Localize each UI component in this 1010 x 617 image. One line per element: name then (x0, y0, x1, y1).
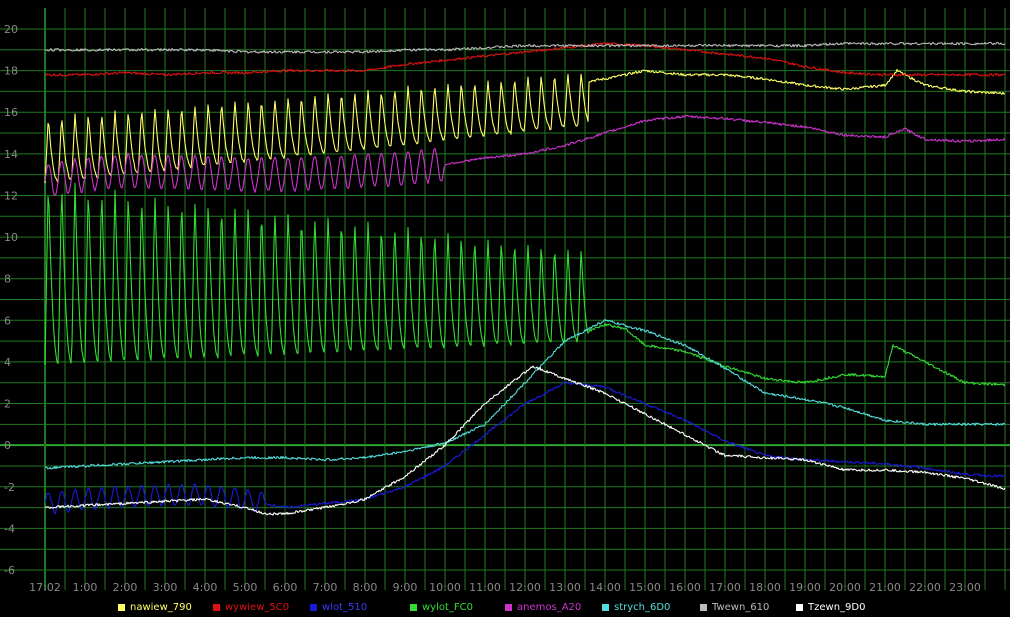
legend-item: nawiew_790 (118, 599, 192, 615)
y-tick-label: 2 (4, 398, 11, 411)
x-tick-label: 21:00 (869, 581, 901, 594)
y-tick-label: 4 (4, 356, 11, 369)
legend-item: Twewn_610 (700, 599, 769, 615)
legend-label: wywiew_5C0 (225, 601, 290, 613)
legend-item: wywiew_5C0 (213, 599, 289, 615)
x-tick-label: 23:00 (949, 581, 981, 594)
y-tick-label: -2 (4, 481, 15, 494)
x-tick-label: 16:00 (669, 581, 701, 594)
x-tick-label: 17:02 (29, 581, 61, 594)
x-tick-label: 2:00 (113, 581, 138, 594)
legend-label: wylot_FC0 (422, 601, 474, 613)
x-tick-label: 9:00 (393, 581, 418, 594)
x-tick-label: 5:00 (233, 581, 258, 594)
x-tick-label: 11:00 (469, 581, 501, 594)
legend-item: wylot_FC0 (410, 599, 473, 615)
legend-swatch (505, 603, 512, 611)
legend-label: strych_6D0 (614, 601, 671, 613)
y-tick-label: 16 (4, 106, 18, 119)
x-tick-label: 4:00 (193, 581, 218, 594)
x-tick-label: 10:00 (429, 581, 461, 594)
x-tick-label: 6:00 (273, 581, 298, 594)
chart-legend: nawiew_790 wywiew_5C0 wlot_510 wylot_FC0 ane… (0, 599, 1010, 615)
legend-label: nawiew_790 (130, 601, 192, 613)
x-tick-label: 1:00 (73, 581, 98, 594)
x-tick-label: 12:00 (509, 581, 541, 594)
legend-item: anemos_A20 (505, 599, 581, 615)
legend-swatch (118, 603, 125, 611)
x-tick-label: 20:00 (829, 581, 861, 594)
legend-swatch (796, 603, 803, 611)
y-tick-label: -6 (4, 564, 15, 577)
legend-label: wlot_510 (322, 601, 368, 613)
y-tick-label: 10 (4, 231, 18, 244)
x-tick-label: 17:00 (709, 581, 741, 594)
legend-swatch (700, 603, 707, 611)
y-tick-label: 14 (4, 148, 18, 161)
x-tick-label: 22:00 (909, 581, 941, 594)
legend-swatch (410, 603, 417, 611)
x-tick-label: 13:00 (549, 581, 581, 594)
legend-item: strych_6D0 (602, 599, 670, 615)
legend-label: anemos_A20 (517, 601, 582, 613)
legend-swatch (213, 603, 220, 611)
chart-container: 20 18 16 14 12 10 8 6 4 2 0 -2 -4 -6 17:02 1:00 2:00 3:00… (0, 0, 1010, 617)
y-tick-label: 0 (4, 439, 11, 452)
y-tick-label: 6 (4, 314, 11, 327)
y-tick-label: 20 (4, 23, 18, 36)
legend-label: Tzewn_9D0 (808, 601, 866, 613)
x-tick-label: 15:00 (629, 581, 661, 594)
y-tick-label: 8 (4, 273, 11, 286)
y-tick-label: -4 (4, 522, 15, 535)
x-tick-label: 7:00 (313, 581, 338, 594)
legend-label: Twewn_610 (712, 601, 770, 613)
x-tick-label: 14:00 (589, 581, 621, 594)
y-tick-label: 12 (4, 189, 18, 202)
legend-item: Tzewn_9D0 (796, 599, 865, 615)
legend-item: wlot_510 (310, 599, 367, 615)
x-tick-label: 18:00 (749, 581, 781, 594)
x-tick-label: 19:00 (789, 581, 821, 594)
legend-swatch (310, 603, 317, 611)
legend-swatch (602, 603, 609, 611)
line-chart: 20181614121086420-2-4-617:02 1:00 2:00 3:00… (0, 0, 1010, 598)
x-tick-label: 8:00 (353, 581, 378, 594)
x-tick-label: 3:00 (153, 581, 178, 594)
y-tick-label: 18 (4, 65, 18, 78)
